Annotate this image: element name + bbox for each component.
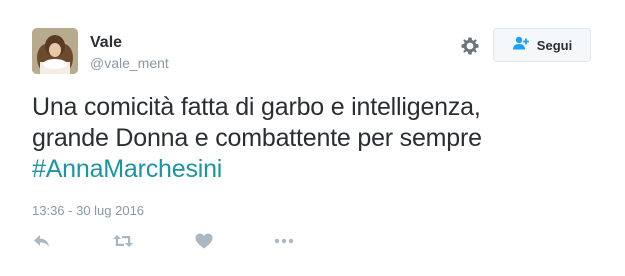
retweet-icon[interactable] xyxy=(112,232,134,250)
heart-icon[interactable] xyxy=(194,232,214,250)
timestamp[interactable]: 13:36 - 30 lug 2016 xyxy=(32,203,144,218)
user-handle[interactable]: @vale_ment xyxy=(90,55,169,71)
avatar-image xyxy=(32,28,78,74)
follow-button[interactable]: Segui xyxy=(493,28,591,62)
add-user-icon xyxy=(512,36,530,55)
tweet-text-line: grande Donna e combattente per sempre xyxy=(32,124,482,152)
avatar[interactable] xyxy=(32,28,78,74)
hashtag-link[interactable]: #AnnaMarchesini xyxy=(32,154,592,185)
tweet-text: Una comicità fatta di garbo e intelligen… xyxy=(32,92,592,185)
follow-button-label: Segui xyxy=(536,37,573,53)
display-name[interactable]: Vale xyxy=(90,34,122,52)
more-icon[interactable] xyxy=(273,232,295,250)
tweet-text-line: Una comicità fatta di garbo e intelligen… xyxy=(32,93,481,121)
tweet-card: Vale @vale_ment Segui Una comicità fatta… xyxy=(0,0,625,276)
gear-icon[interactable] xyxy=(459,35,481,57)
reply-icon[interactable] xyxy=(32,232,52,250)
